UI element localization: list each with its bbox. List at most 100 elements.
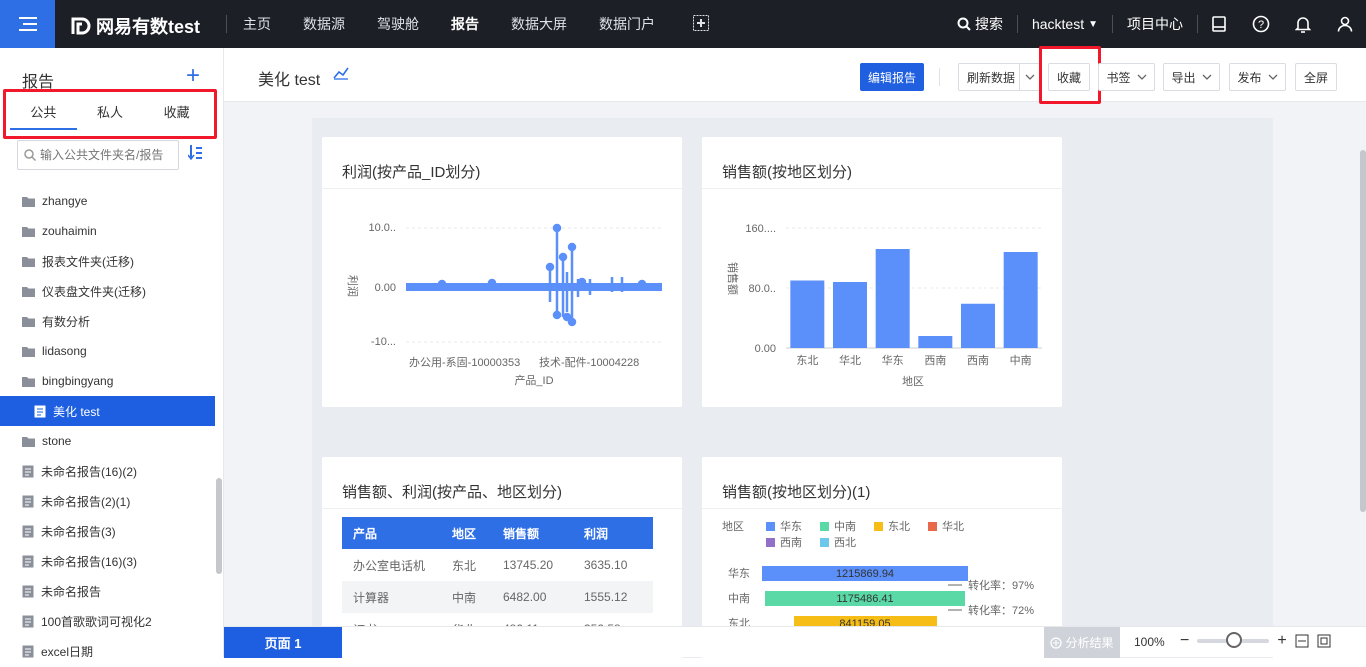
refresh-data-button[interactable]: 刷新数据 xyxy=(958,63,1040,91)
zoom-slider[interactable] xyxy=(1197,632,1270,648)
sidebar-folder[interactable]: 仪表盘文件夹(迁移) xyxy=(0,276,215,306)
sidebar-scrollbar[interactable] xyxy=(216,478,222,574)
y-tick: 10.0.. xyxy=(368,222,396,234)
sidebar-report[interactable]: 未命名报告(16)(2) xyxy=(0,456,215,486)
svg-text:华东: 华东 xyxy=(780,519,802,533)
sidebar-folder[interactable]: 有数分析 xyxy=(0,306,215,336)
svg-text:?: ? xyxy=(1258,19,1264,31)
profit-chart-card[interactable]: 利润(按产品_ID划分) 10.0.. 0.00 -10... 利润 办公用-系… xyxy=(322,137,682,407)
sidebar-folder[interactable]: bingbingyang xyxy=(0,366,215,396)
column-header[interactable]: 地区 xyxy=(441,517,492,549)
sidebar-item-label: 有数分析 xyxy=(42,314,91,329)
add-report-button[interactable]: + xyxy=(186,64,200,88)
legend-item[interactable]: 中南 xyxy=(820,520,856,533)
sidebar-report[interactable]: 未命名报告 xyxy=(0,576,215,606)
sort-icon[interactable] xyxy=(187,144,202,163)
publish-button[interactable]: 发布 xyxy=(1229,63,1286,91)
canvas-scrollbar[interactable] xyxy=(1360,150,1366,512)
report-icon xyxy=(22,465,34,478)
sidebar-report[interactable]: 未命名报告(3) xyxy=(0,516,215,546)
sidebar-report[interactable]: 100首歌歌词可视化2 xyxy=(0,606,215,636)
nav-cockpit[interactable]: 驾驶舱 xyxy=(361,0,435,48)
folder-icon xyxy=(22,376,35,387)
sidebar-report[interactable]: 美化 test xyxy=(0,396,215,426)
legend-item[interactable]: 华北 xyxy=(928,519,964,533)
book-icon[interactable] xyxy=(1198,16,1240,32)
zoom-in-button[interactable]: + xyxy=(1277,632,1286,650)
global-search[interactable]: 搜索 xyxy=(943,14,1017,34)
sidebar-folder[interactable]: lidasong xyxy=(0,336,215,366)
folder-search[interactable] xyxy=(17,140,179,170)
user-menu[interactable]: hacktest ▼ xyxy=(1018,16,1112,32)
fit-width-icon[interactable] xyxy=(1295,634,1309,648)
svg-text:东北: 东北 xyxy=(888,520,910,533)
sales-bar-chart: 销售额 地区 160.... 80.0.. 0.00 东北 华北 华东 西南 西南 中南 xyxy=(726,223,1042,388)
legend-item[interactable]: 华东 xyxy=(766,519,802,533)
sidebar-folder[interactable]: zhangye xyxy=(0,186,215,216)
sidebar-item-label: 报表文件夹(迁移) xyxy=(42,254,134,269)
report-icon xyxy=(22,495,34,508)
column-header[interactable]: 产品 xyxy=(342,517,441,549)
report-canvas: 利润(按产品_ID划分) 10.0.. 0.00 -10... 利润 办公用-系… xyxy=(312,118,1273,667)
bar[interactable] xyxy=(918,336,953,348)
bar[interactable] xyxy=(961,303,995,348)
chevron-down-icon xyxy=(1019,64,1039,90)
edit-report-button[interactable]: 编辑报告 xyxy=(860,63,924,91)
project-center-link[interactable]: 项目中心 xyxy=(1113,14,1197,34)
app-logo[interactable]: 网易有数test xyxy=(70,13,200,39)
sales-bar-chart-card[interactable]: 销售额(按地区划分) 销售额 地区 160.... 80.0.. 0.00 东北 华北华… xyxy=(702,137,1062,407)
toolbar-divider xyxy=(939,68,940,86)
funnel-value: 1215869.94 xyxy=(836,568,894,580)
sidebar-folder[interactable]: 报表文件夹(迁移) xyxy=(0,246,215,276)
publish-label: 发布 xyxy=(1237,70,1262,85)
search-input[interactable] xyxy=(40,148,170,162)
add-icon[interactable] xyxy=(671,0,731,50)
sidebar-report[interactable]: 未命名报告(2)(1) xyxy=(0,486,215,516)
help-icon[interactable]: ? xyxy=(1240,15,1282,33)
chevron-down-icon xyxy=(1137,74,1146,80)
data-points xyxy=(437,223,647,327)
legend-item[interactable]: 西北 xyxy=(820,536,856,549)
analysis-label: 分析结果 xyxy=(1065,636,1114,650)
zoom-slider-handle[interactable] xyxy=(1226,632,1243,648)
search-icon xyxy=(957,17,971,31)
profit-scatter-chart: 10.0.. 0.00 -10... 利润 办公用-系固-10000353 技术… xyxy=(346,222,662,387)
sidebar-folder[interactable]: stone xyxy=(0,426,215,456)
svg-text:中南: 中南 xyxy=(834,520,856,533)
menu-icon[interactable] xyxy=(0,0,55,48)
analysis-results-button[interactable]: 分析结果 xyxy=(1044,627,1120,658)
fit-page-icon[interactable] xyxy=(1317,634,1331,648)
column-header[interactable]: 利润 xyxy=(573,517,653,549)
nav-datasource[interactable]: 数据源 xyxy=(287,0,361,48)
nav-report[interactable]: 报告 xyxy=(435,0,495,48)
page-tab[interactable]: 页面 1 xyxy=(224,627,342,658)
folder-icon xyxy=(22,286,35,297)
line-chart-icon[interactable] xyxy=(333,66,349,83)
bookmark-label: 书签 xyxy=(1106,70,1131,85)
bar[interactable] xyxy=(1003,252,1038,348)
bar[interactable] xyxy=(790,280,825,349)
zoom-out-button[interactable]: − xyxy=(1180,632,1189,650)
legend-item[interactable]: 西南 xyxy=(766,536,802,549)
bell-icon[interactable] xyxy=(1282,15,1324,33)
bar[interactable] xyxy=(833,282,867,348)
nav-big-screen[interactable]: 数据大屏 xyxy=(495,0,583,48)
folder-icon xyxy=(22,196,35,207)
export-button[interactable]: 导出 xyxy=(1163,63,1220,91)
sidebar-report[interactable]: excel日期 xyxy=(0,636,215,666)
nav-data-portal[interactable]: 数据门户 xyxy=(583,0,671,48)
highlight-box xyxy=(1039,46,1101,104)
bar[interactable] xyxy=(875,249,910,348)
fullscreen-button[interactable]: 全屏 xyxy=(1295,63,1337,91)
user-icon[interactable] xyxy=(1324,16,1366,32)
sidebar-folder[interactable]: zouhaimin xyxy=(0,216,215,246)
sidebar-report[interactable]: 未命名报告(16)(3) xyxy=(0,546,215,576)
caret-down-icon: ▼ xyxy=(1088,18,1098,30)
table-row: 计算器 中南 6482.00 1555.12 xyxy=(342,581,653,613)
legend-item[interactable]: 东北 xyxy=(874,520,910,533)
sidebar-item-label: bingbingyang xyxy=(42,374,114,388)
zoom-controls: − + xyxy=(1180,632,1331,650)
bookmark-button[interactable]: 书签 xyxy=(1098,63,1155,91)
column-header[interactable]: 销售额 xyxy=(492,517,573,549)
nav-home[interactable]: 主页 xyxy=(227,0,287,48)
